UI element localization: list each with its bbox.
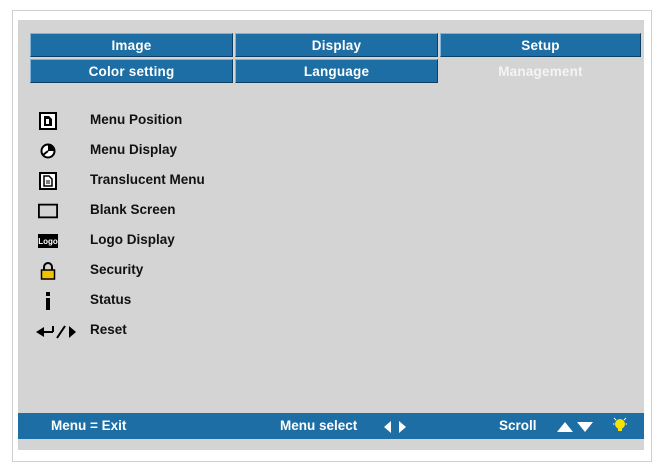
menu-position-icon [38,111,58,131]
menu-item-translucent-menu[interactable]: Translucent Menu [38,166,338,196]
menu-item-label: Menu Position [90,112,183,127]
menu-item-label: Logo Display [90,232,175,247]
status-bar: Menu = Exit Menu select Scroll [18,413,644,439]
info-icon [38,291,58,311]
menu-item-label: Blank Screen [90,202,176,217]
lock-icon [38,261,58,281]
tab-row-1: Image Display Setup [30,33,641,57]
menu-item-label: Translucent Menu [90,172,205,187]
tab-row-2: Color setting Language Management [30,59,641,83]
menu-item-label: Menu Display [90,142,178,157]
up-down-arrows-icon [557,422,593,432]
tab-setup[interactable]: Setup [440,33,641,57]
tab-display[interactable]: Display [235,33,438,57]
tab-bar: Image Display Setup Color setting Langua… [30,33,641,85]
menu-item-menu-position[interactable]: Menu Position [38,106,338,136]
left-right-arrows-icon [384,421,406,433]
management-menu: Menu Position Menu Display Translucent M… [36,106,338,346]
menu-item-status[interactable]: Status [38,286,338,316]
menu-item-label: Status [90,292,132,307]
menu-item-menu-display[interactable]: Menu Display [38,136,338,166]
menu-item-security[interactable]: Security [38,256,338,286]
scroll-hint: Scroll [499,418,537,433]
logo-icon-text: Logo [38,234,58,248]
timer-icon [38,141,58,161]
menu-item-label: Reset [90,322,127,337]
translucent-icon [38,171,58,191]
osd-menu-panel: Image Display Setup Color setting Langua… [18,20,644,450]
tab-management[interactable]: Management [440,59,641,83]
tab-language[interactable]: Language [235,59,438,83]
menu-exit-hint: Menu = Exit [51,418,127,433]
tab-image[interactable]: Image [30,33,233,57]
menu-item-blank-screen[interactable]: Blank Screen [38,196,338,226]
menu-item-reset[interactable]: Reset [36,316,338,346]
menu-item-label: Security [90,262,144,277]
menu-select-hint: Menu select [280,418,358,433]
lightbulb-icon [613,417,627,431]
logo-icon: Logo [38,231,58,251]
blank-screen-icon [38,201,58,221]
reset-icon [36,321,82,341]
tab-color-setting[interactable]: Color setting [30,59,233,83]
menu-item-logo-display[interactable]: Logo Logo Display [38,226,338,256]
